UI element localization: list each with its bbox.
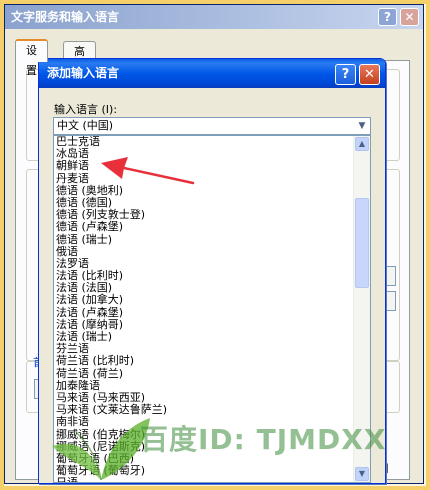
parent-close-button[interactable]: ✕ [400, 8, 419, 26]
input-language-combobox[interactable]: 中文 (中国) ▼ [53, 117, 371, 135]
combobox-selected-value: 中文 (中国) [57, 119, 114, 132]
dialog-title-bar: 添加输入语言 ? ✕ [39, 59, 385, 88]
dialog-close-button[interactable]: ✕ [359, 64, 380, 85]
scroll-thumb[interactable] [355, 198, 369, 288]
language-list-item[interactable]: 朝鲜语 [54, 160, 370, 172]
input-language-label: 输入语言 (I): [54, 103, 118, 116]
language-list-item[interactable]: 德语 (瑞士) [54, 233, 370, 246]
language-list-item[interactable]: 法语 (卢森堡) [54, 306, 370, 319]
dialog-title: 添加输入语言 [47, 66, 120, 80]
language-list-item[interactable]: 法语 (瑞士) [54, 330, 370, 343]
parent-window-title: 文字服务和输入语言 [11, 10, 120, 24]
language-list-item[interactable]: 荷兰语 (荷兰) [54, 367, 370, 380]
language-list-item[interactable]: 俄语 [54, 245, 370, 258]
scroll-down-icon[interactable]: ▼ [355, 467, 369, 481]
language-list-item[interactable]: 巴士克语 [54, 136, 370, 148]
help-icon: ? [384, 10, 391, 24]
language-list-item[interactable]: 冰岛语 [54, 148, 370, 160]
language-list-item[interactable]: 法语 (加拿大) [54, 294, 370, 306]
parent-help-button[interactable]: ? [378, 8, 397, 26]
help-icon: ? [341, 67, 350, 82]
close-icon: ✕ [404, 10, 415, 24]
close-icon: ✕ [364, 67, 375, 82]
language-list-item[interactable]: 荷兰语 (比利时) [54, 355, 370, 367]
dialog-help-button[interactable]: ? [335, 64, 356, 85]
parent-title-bar: 文字服务和输入语言 ? ✕ [5, 5, 423, 29]
language-list-item[interactable]: 德语 (卢森堡) [54, 221, 370, 233]
language-list-item[interactable]: 丹麦语 [54, 172, 370, 185]
scroll-up-icon[interactable]: ▲ [355, 137, 369, 151]
watermark-text: 百度ID: TJMDXX [140, 423, 387, 456]
tab-settings[interactable]: 设置 [15, 39, 48, 77]
chevron-down-icon[interactable]: ▼ [355, 119, 369, 133]
